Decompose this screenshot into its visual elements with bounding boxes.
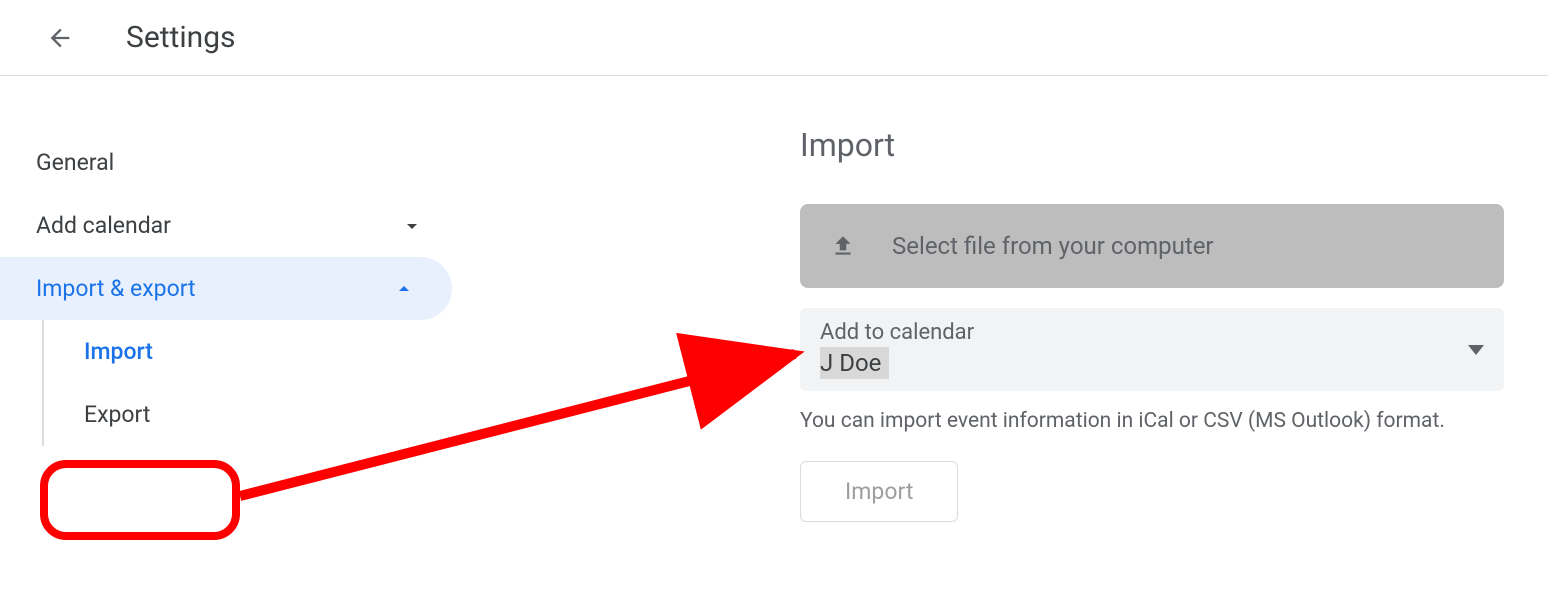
sidebar-item-label: Import & export xyxy=(36,275,196,302)
content: General Add calendar Import & export Imp… xyxy=(0,76,1548,522)
select-file-label: Select file from your computer xyxy=(892,232,1214,260)
upload-icon xyxy=(830,233,856,259)
calendar-select[interactable]: Add to calendar J Doe xyxy=(800,308,1504,391)
section-title: Import xyxy=(800,126,1508,164)
sidebar: General Add calendar Import & export Imp… xyxy=(0,76,460,522)
main-content: Import Select file from your computer Ad… xyxy=(460,76,1548,522)
sidebar-subitem-import[interactable]: Import xyxy=(44,320,460,383)
import-button-label: Import xyxy=(845,478,913,505)
sidebar-item-add-calendar[interactable]: Add calendar xyxy=(0,194,460,257)
subitems-container: Import Export xyxy=(42,320,460,446)
helper-text: You can import event information in iCal… xyxy=(800,409,1508,433)
sidebar-subitem-label: Import xyxy=(84,338,153,365)
calendar-select-value: J Doe xyxy=(820,347,889,379)
header: Settings xyxy=(0,0,1548,76)
sidebar-subitem-label: Export xyxy=(84,401,150,428)
sidebar-item-import-export[interactable]: Import & export xyxy=(0,257,452,320)
chevron-up-icon xyxy=(392,277,416,301)
import-button[interactable]: Import xyxy=(800,461,958,522)
calendar-select-label: Add to calendar xyxy=(820,320,974,345)
sidebar-item-label: General xyxy=(36,149,114,176)
sidebar-item-label: Add calendar xyxy=(36,212,171,239)
select-file-button[interactable]: Select file from your computer xyxy=(800,204,1504,288)
back-button[interactable] xyxy=(44,22,76,54)
sidebar-item-general[interactable]: General xyxy=(0,131,460,194)
dropdown-arrow-icon xyxy=(1468,340,1484,359)
sidebar-subitem-export[interactable]: Export xyxy=(44,383,460,446)
page-title: Settings xyxy=(126,20,236,55)
arrow-left-icon xyxy=(46,24,74,52)
calendar-select-content: Add to calendar J Doe xyxy=(820,320,974,379)
chevron-down-icon xyxy=(400,214,424,238)
